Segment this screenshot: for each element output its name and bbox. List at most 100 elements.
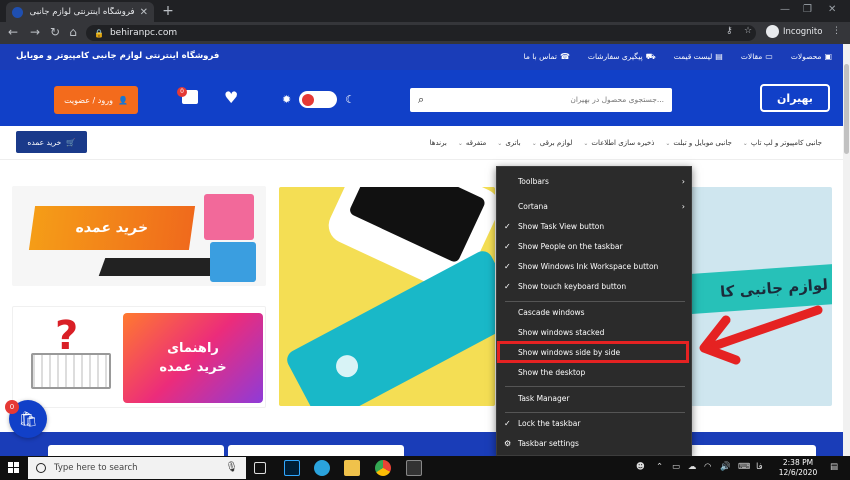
task-view-icon[interactable] [254, 462, 266, 474]
menu-item-show-desktop[interactable]: Show the desktop [497, 362, 693, 382]
menu-item-cortana[interactable]: Cortana › [497, 196, 693, 216]
tray-chevron-icon[interactable]: ⌃ [656, 462, 663, 472]
incognito-indicator[interactable]: Incognito [766, 25, 822, 38]
tab-title: فروشگاه اینترنتی لوازم جانبی کامپیوتر [28, 7, 135, 17]
dark-mode-toggle[interactable] [299, 91, 338, 108]
search-placeholder: جستجوی محصول در بهیران... [570, 95, 664, 104]
category-misc[interactable]: ⌄ متفرقه [458, 139, 486, 147]
menu-item-task-view[interactable]: ✓ Show Task View button [497, 216, 693, 236]
category-storage[interactable]: ⌄ ذخیره سازی اطلاعات [583, 139, 654, 147]
forward-icon[interactable]: → [28, 25, 42, 39]
category-battery[interactable]: ⌄ باتری [497, 139, 520, 147]
cart-small-icon: 🛒 [66, 137, 76, 147]
top-link-orders[interactable]: پیگیری سفارشات ⛟ [588, 52, 656, 62]
home-icon[interactable]: ⌂ [66, 25, 80, 39]
people-icon[interactable]: ☻ [636, 462, 645, 472]
menu-item-stacked[interactable]: Show windows stacked [497, 322, 693, 342]
browser-tab[interactable]: فروشگاه اینترنتی لوازم جانبی کامپیوتر ✕ [6, 2, 154, 22]
site-header: بهیران جستجوی محصول در بهیران... ⌕ ✹ ☾ ♥… [0, 70, 850, 126]
language-indicator[interactable]: فا [756, 462, 763, 472]
cloud-icon[interactable]: ☁ [688, 462, 697, 472]
check-icon: ✓ [504, 418, 511, 428]
file-explorer-icon[interactable] [344, 460, 360, 476]
check-icon: ✓ [504, 281, 511, 291]
tab-close-icon[interactable]: ✕ [140, 7, 148, 18]
sun-icon: ✹ [282, 93, 292, 106]
login-button[interactable]: ورود / عضویت 👤 [54, 86, 138, 114]
taskbar-search-placeholder: Type here to search [54, 463, 138, 473]
category-nav: ⌄ جانبی کامپیوتر و لپ تاپ ⌄ جانبی موبایل و… [0, 126, 850, 160]
site-top-bar: فروشگاه اینترنتی لوازم جانبی کامپیوتر و … [0, 44, 850, 70]
moon-icon: ☾ [345, 93, 356, 106]
menu-item-taskbar-settings[interactable]: ⚙ Taskbar settings [497, 433, 693, 453]
incognito-label: Incognito [783, 26, 823, 37]
menu-item-lock-taskbar[interactable]: ✓ Lock the taskbar [497, 413, 693, 433]
volume-icon[interactable]: 🔊 [720, 462, 731, 472]
network-icon[interactable]: ▭ [672, 462, 680, 472]
category-computer[interactable]: ⌄ جانبی کامپیوتر و لپ تاپ [743, 139, 822, 147]
taskbar-search-box[interactable]: Type here to search 🎙 [28, 457, 246, 479]
menu-item-cascade[interactable]: Cascade windows [497, 302, 693, 322]
minimize-icon[interactable]: — [780, 4, 790, 15]
menu-item-toolbars[interactable]: Toolbars › [497, 171, 693, 191]
check-icon: ✓ [504, 241, 511, 251]
category-mobile[interactable]: ⌄ جانبی موبایل و تبلت [665, 139, 731, 147]
wishlist-heart-icon[interactable]: ♥ [224, 88, 238, 107]
shopping-basket-graphic [31, 353, 111, 389]
wifi-icon[interactable]: ◠ [704, 462, 711, 472]
browser-toolbar: ← → ↻ ⌂ 🔒 behiranpc.com ⚷ ☆ Incognito ⋮ [0, 22, 850, 44]
bottom-card [48, 445, 224, 456]
bulk-buy-guide-banner[interactable]: ? راهنمای خرید عمده [12, 306, 266, 408]
star-icon[interactable]: ☆ [744, 26, 752, 36]
bulk-buy-button[interactable]: خرید عمده 🛒 [16, 131, 87, 153]
search-icon[interactable]: ⌕ [418, 93, 424, 107]
cortana-circle-icon [36, 463, 46, 473]
menu-item-people[interactable]: ✓ Show People on the taskbar [497, 236, 693, 256]
accessories-banner[interactable]: لوازم جانبی کا [690, 187, 832, 406]
page-scrollbar[interactable] [843, 44, 850, 456]
photoshop-icon[interactable] [284, 460, 300, 476]
top-link-contact[interactable]: تماس با ما ☎ [524, 52, 570, 62]
floating-cart-badge: 0 [5, 400, 19, 414]
close-window-icon[interactable]: ✕ [828, 4, 836, 15]
maximize-icon[interactable]: ❐ [803, 4, 812, 15]
site-logo[interactable]: بهیران [760, 84, 830, 112]
red-arrow-annotation [699, 305, 823, 365]
category-brands[interactable]: برندها [430, 139, 447, 147]
lock-icon[interactable]: 🔒 [94, 29, 104, 38]
taskbar-clock[interactable]: 2:38 PM 12/6/2020 [774, 458, 822, 478]
pink-cart-box-graphic [204, 194, 254, 240]
powerbank-graphic [283, 247, 495, 406]
reload-icon[interactable]: ↻ [48, 25, 62, 39]
top-link-articles[interactable]: مقالات ▭ [741, 52, 773, 62]
blue-cart-box-graphic [210, 242, 256, 282]
submenu-arrow-icon: › [681, 201, 685, 211]
terminal-icon[interactable] [406, 460, 422, 476]
address-bar[interactable]: 🔒 behiranpc.com [86, 25, 756, 41]
powerbank-banner[interactable] [279, 187, 495, 406]
highlight-box [497, 341, 689, 363]
category-electric[interactable]: ⌄ لوازم برقی [532, 139, 573, 147]
top-links: تماس با ما ☎ پیگیری سفارشات ⛟ لیست قیمت ▤ م… [524, 52, 832, 62]
incognito-icon [766, 25, 779, 38]
menu-item-task-manager[interactable]: Task Manager [497, 388, 693, 408]
submenu-arrow-icon: › [681, 176, 685, 186]
top-link-products[interactable]: محصولات ▣ [791, 52, 832, 62]
notification-icon[interactable]: ▤ [830, 462, 838, 472]
menu-item-touch-keyboard[interactable]: ✓ Show touch keyboard button [497, 276, 693, 296]
key-icon[interactable]: ⚷ [726, 26, 733, 36]
url-text: behiranpc.com [109, 28, 178, 38]
menu-item-ink-workspace[interactable]: ✓ Show Windows Ink Workspace button [497, 256, 693, 276]
shop-name: فروشگاه اینترنتی لوازم جانبی کامپیوتر و … [16, 51, 220, 61]
telegram-icon[interactable] [314, 460, 330, 476]
bulk-buy-banner[interactable]: خرید عمده [12, 186, 266, 286]
back-icon[interactable]: ← [6, 25, 20, 39]
menu-dots-icon[interactable]: ⋮ [832, 26, 841, 36]
top-link-pricelist[interactable]: لیست قیمت ▤ [674, 52, 723, 62]
microphone-icon[interactable]: 🎙 [225, 462, 238, 473]
new-tab-icon[interactable]: + [160, 3, 176, 19]
windows-start-icon[interactable] [8, 462, 20, 474]
product-search-input[interactable]: جستجوی محصول در بهیران... ⌕ [410, 88, 672, 112]
keyboard-icon[interactable]: ⌨ [738, 462, 750, 472]
chrome-icon[interactable] [375, 460, 391, 476]
